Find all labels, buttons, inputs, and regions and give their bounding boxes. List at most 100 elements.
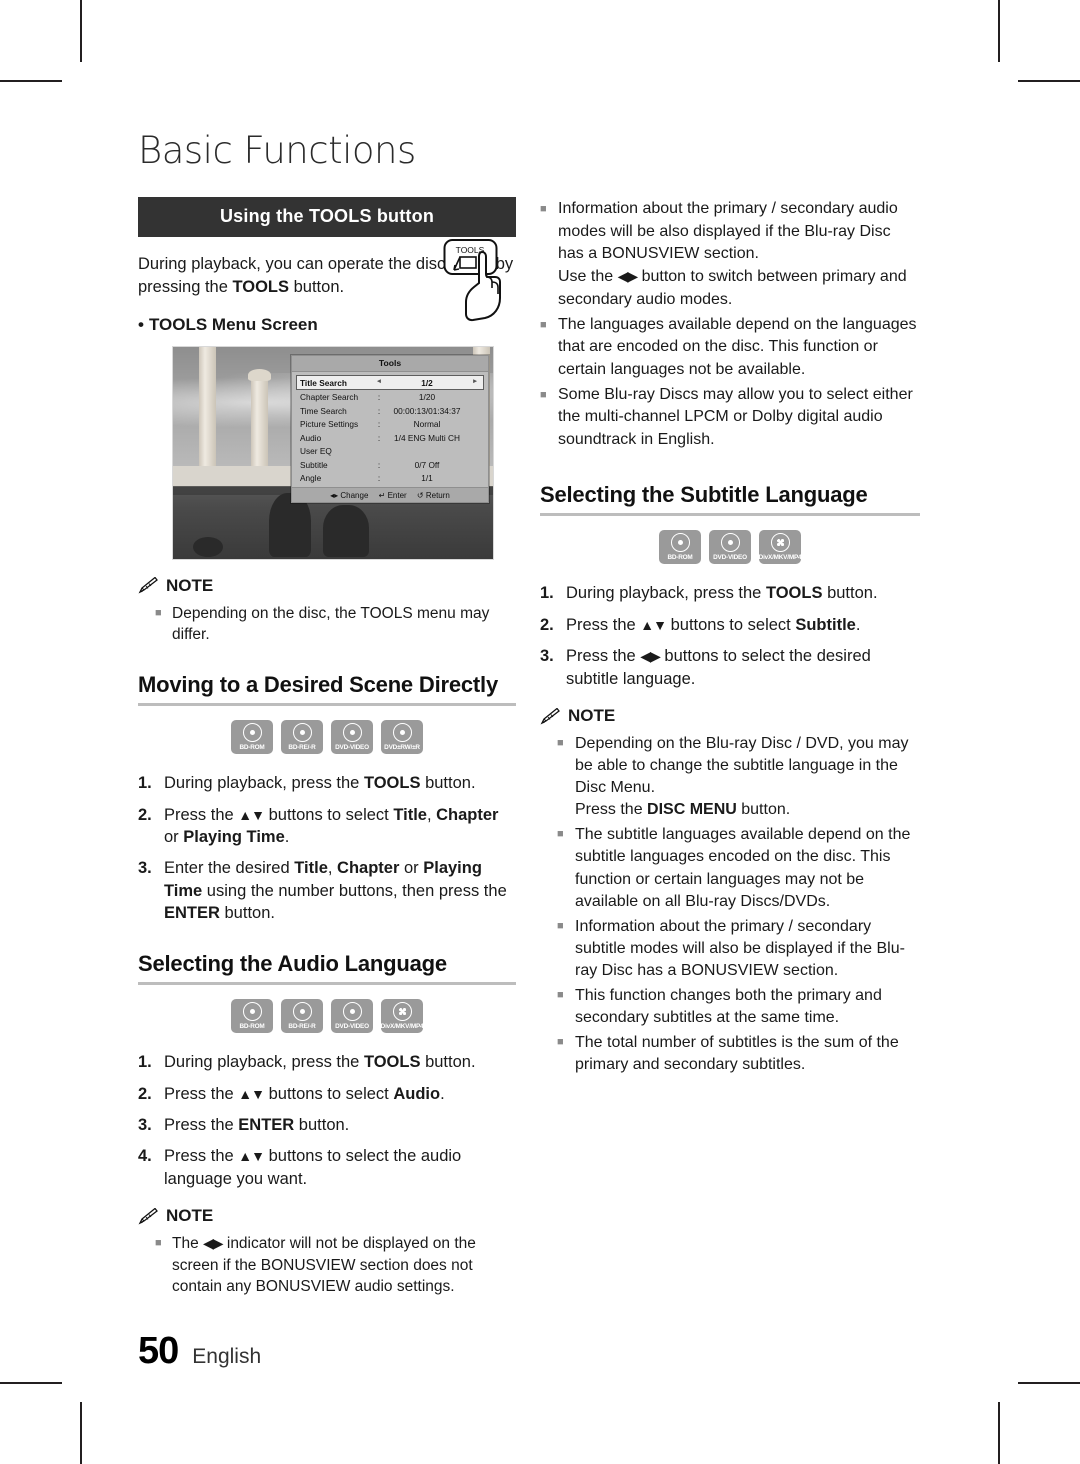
step-text: Press the ENTER button. <box>164 1115 350 1134</box>
steps-moving-scene: 1. During playback, press the TOOLS butt… <box>138 772 516 925</box>
pencil-icon <box>540 707 560 725</box>
osd-tools-menu[interactable]: Tools Title Search ◂ 1/2 ▸ Chapter Searc… <box>291 354 489 504</box>
osd-label: User EQ <box>300 446 332 457</box>
section-rule <box>138 982 516 986</box>
step-number: 3. <box>138 1115 152 1134</box>
osd-row-chapter-search[interactable]: Chapter Search : 1/20 <box>297 390 483 404</box>
intro-text-part2: button. <box>289 278 345 297</box>
square-bullet-icon: ■ <box>540 388 547 401</box>
section-rule <box>540 513 920 517</box>
osd-separator: : <box>377 473 381 484</box>
note-item: ■ The ◀▶ indicator will not be displayed… <box>155 1233 516 1297</box>
note-item-text: The ◀▶ indicator will not be displayed o… <box>172 1235 476 1296</box>
osd-value: 1/4 ENG Multi CH <box>394 432 460 443</box>
note-item-text: The subtitle languages available depend … <box>575 826 911 910</box>
steps-audio-language: 1. During playback, press the TOOLS butt… <box>138 1051 516 1190</box>
osd-row-time-search[interactable]: Time Search : 00:00:13/01:34:37 <box>297 404 483 418</box>
osd-row-angle[interactable]: Angle : 1/1 <box>297 472 483 486</box>
step-number: 3. <box>540 647 554 666</box>
disc-badge-bd-re-r: BD-RE/-R <box>281 999 323 1034</box>
square-bullet-icon: ■ <box>557 828 564 841</box>
step-item: 2. Press the ▲▼ buttons to select Subtit… <box>540 614 920 636</box>
band-label: Using the TOOLS button <box>219 206 435 226</box>
section-heading-subtitle-language: Selecting the Subtitle Language <box>540 481 868 507</box>
disc-badge-label: DVD-VIDEO <box>335 1023 369 1031</box>
osd-row-subtitle[interactable]: Subtitle : 0/7 Off <box>297 458 483 472</box>
step-number: 1. <box>138 1053 152 1072</box>
note-subtitle-language: NOTE ■ Depending on the Blu-ray Disc / D… <box>540 706 920 1076</box>
osd-separator: : <box>377 459 381 470</box>
step-text: Press the ◀▶ buttons to select the desir… <box>566 647 871 688</box>
crop-mark-top-right-horizontal <box>1018 80 1080 82</box>
note-item: ■ The subtitle languages available depen… <box>557 824 920 912</box>
right-arrow-icon[interactable]: ▸ <box>470 378 480 387</box>
photo-figure-seated-right <box>323 504 369 557</box>
step-number: 2. <box>138 1084 152 1103</box>
note-item: ■ This function changes both the primary… <box>557 985 920 1029</box>
disc-badge-dvd-video: DVD-VIDEO <box>331 720 373 755</box>
step-text: Enter the desired Title, Chapter or Play… <box>164 859 507 923</box>
disc-badges-audio: BD-ROM BD-RE/-R DVD-VIDEO DivX/MKV/MP4 <box>138 999 516 1034</box>
bullet-dot-icon: • <box>138 314 144 334</box>
osd-row-user-eq[interactable]: User EQ <box>297 445 483 459</box>
tools-button-illustration: TOOLS <box>443 239 501 322</box>
disc-badge-label: DVD-VIDEO <box>335 744 369 752</box>
crop-mark-top-left-horizontal <box>0 80 62 82</box>
step-text: During playback, press the TOOLS button. <box>164 774 476 793</box>
step-item: 1. During playback, press the TOOLS butt… <box>138 1051 516 1073</box>
note-items: ■ The ◀▶ indicator will not be displayed… <box>138 1233 516 1297</box>
left-arrow-icon[interactable]: ◂ <box>374 378 384 387</box>
disc-badge-bd-re-r: BD-RE/-R <box>281 720 323 755</box>
disc-badge-bd-rom: BD-ROM <box>231 720 273 755</box>
osd-row-picture-settings[interactable]: Picture Settings : Normal <box>297 418 483 432</box>
osd-separator: : <box>377 392 381 403</box>
disc-icon <box>342 723 362 743</box>
manual-page: Basic Functions Using the TOOLS button D… <box>0 0 1080 1464</box>
disc-badge-label: BD-ROM <box>239 744 265 752</box>
note-item: ■ The languages available depend on the … <box>540 314 920 382</box>
osd-separator: : <box>377 419 381 430</box>
note-item: ■ Depending on the Blu-ray Disc / DVD, y… <box>557 733 920 821</box>
photo-figure-far <box>193 536 223 557</box>
step-text: Press the ▲▼ buttons to select Title, Ch… <box>164 805 499 846</box>
step-number: 3. <box>138 859 152 878</box>
page-footer: 50 English <box>138 1330 261 1373</box>
audio-notes-continued: ■ Information about the primary / second… <box>540 198 920 452</box>
step-number: 1. <box>138 774 152 793</box>
disc-icon <box>342 1002 362 1022</box>
osd-separator: : <box>377 405 381 416</box>
note-item-text: The languages available depend on the la… <box>558 315 917 379</box>
disc-badge-label: DVD±RW/±R <box>384 744 420 752</box>
note-item: ■ Depending on the disc, the TOOLS menu … <box>155 603 516 646</box>
crop-mark-bottom-left-horizontal <box>0 1382 62 1384</box>
step-item: 4. Press the ▲▼ buttons to select the au… <box>138 1145 516 1190</box>
osd-value: 1/1 <box>421 473 433 484</box>
square-bullet-icon: ■ <box>557 1036 564 1049</box>
note-header: NOTE <box>540 706 920 726</box>
square-bullet-icon: ■ <box>557 988 564 1001</box>
osd-separator: : <box>377 432 381 443</box>
osd-row-list: Title Search ◂ 1/2 ▸ Chapter Search : 1/… <box>292 372 488 487</box>
note-item: ■ The total number of subtitles is the s… <box>557 1032 920 1076</box>
disc-badge-label: BD-ROM <box>667 554 693 562</box>
osd-value: 0/7 Off <box>414 459 440 470</box>
step-text: During playback, press the TOOLS button. <box>566 584 878 603</box>
note-items: ■ Depending on the Blu-ray Disc / DVD, y… <box>540 733 920 1076</box>
page-number: 50 <box>138 1330 179 1372</box>
disc-badge-bd-rom: BD-ROM <box>659 530 701 565</box>
osd-title: Tools <box>292 355 488 372</box>
crop-mark-bottom-right-vertical <box>998 1402 1000 1464</box>
osd-row-audio[interactable]: Audio : 1/4 ENG Multi CH <box>297 431 483 445</box>
square-bullet-icon: ■ <box>540 203 547 215</box>
osd-hint-enter: ↵ Enter <box>378 490 407 500</box>
tools-menu-screenshot: Tools Title Search ◂ 1/2 ▸ Chapter Searc… <box>172 345 494 560</box>
osd-row-title-search[interactable]: Title Search ◂ 1/2 ▸ <box>296 374 484 391</box>
disc-badge-label: DivX/MKV/MP4 <box>758 554 802 562</box>
note-item-text: Information about the primary / secondar… <box>558 200 907 308</box>
step-text: Press the ▲▼ buttons to select the audio… <box>164 1147 462 1188</box>
note-item-text: Some Blu-ray Discs may allow you to sele… <box>558 385 913 449</box>
disc-badge-dvd-video: DVD-VIDEO <box>709 530 751 565</box>
step-item: 3. Enter the desired Title, Chapter or P… <box>138 857 516 924</box>
intro-bold-tools: TOOLS <box>232 278 290 297</box>
note-header: NOTE <box>138 1206 516 1226</box>
